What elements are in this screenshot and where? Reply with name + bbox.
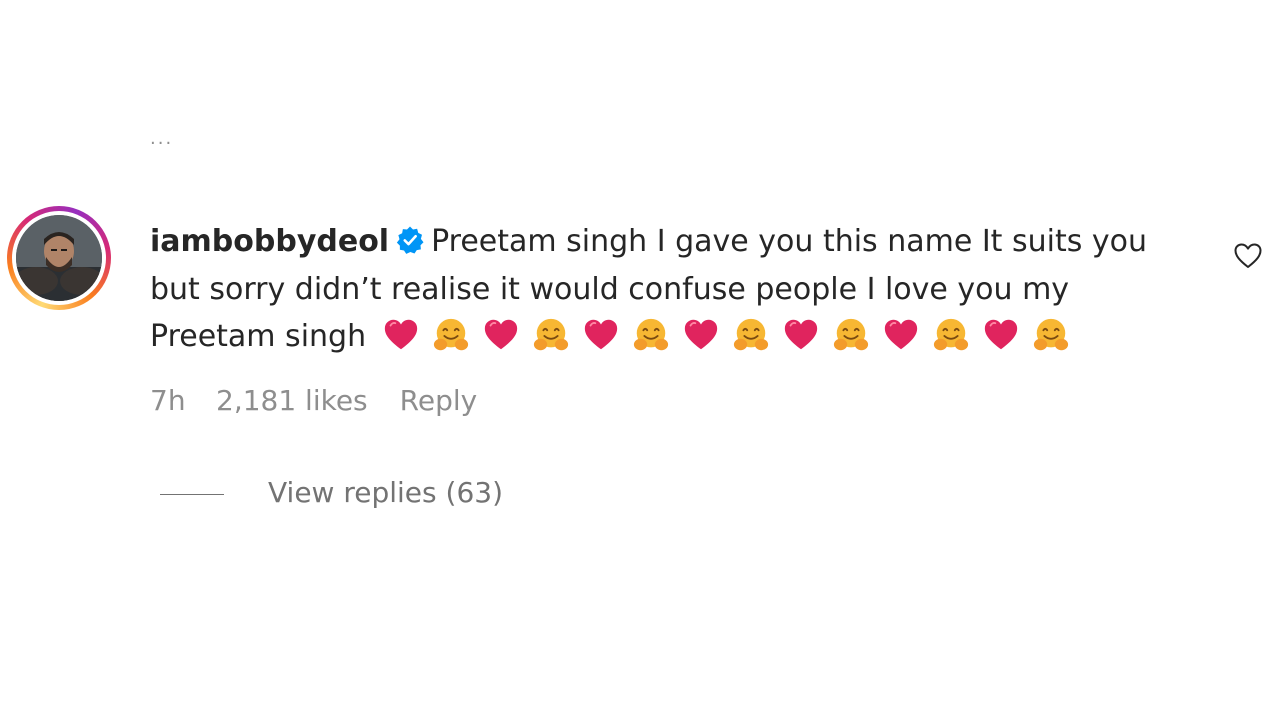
- hugging-face-icon: [1033, 318, 1069, 351]
- hugging-face-icon: [933, 318, 969, 351]
- red-heart-icon: [884, 319, 918, 350]
- more-indicator: ...: [150, 128, 174, 149]
- avatar[interactable]: [7, 206, 111, 310]
- emoji-row: [376, 318, 1076, 354]
- comment-username[interactable]: iambobbydeol: [150, 224, 389, 259]
- comment-meta: 7h 2,181 likes Reply: [150, 384, 477, 417]
- hugging-face-icon: [733, 318, 769, 351]
- red-heart-icon: [384, 319, 418, 350]
- red-heart-icon: [784, 319, 818, 350]
- view-replies[interactable]: View replies (63): [160, 476, 503, 509]
- comment-body: iambobbydeol Preetam singh I gave you th…: [150, 218, 1190, 361]
- avatar-border: [12, 211, 106, 305]
- heart-outline-icon[interactable]: [1232, 240, 1264, 272]
- red-heart-icon: [584, 319, 618, 350]
- avatar-photo: [16, 215, 102, 301]
- red-heart-icon: [684, 319, 718, 350]
- comment-likes[interactable]: 2,181 likes: [216, 384, 368, 417]
- reply-button[interactable]: Reply: [400, 384, 478, 417]
- hugging-face-icon: [633, 318, 669, 351]
- red-heart-icon: [984, 319, 1018, 350]
- verified-badge-icon: [396, 226, 424, 254]
- comment-screen: ... iambobbydeol Preetam singh I gave yo…: [0, 0, 1280, 720]
- replies-divider-line: [160, 494, 224, 495]
- hugging-face-icon: [533, 318, 569, 351]
- comment-time: 7h: [150, 384, 186, 417]
- hugging-face-icon: [433, 318, 469, 351]
- view-replies-button[interactable]: View replies (63): [268, 476, 503, 509]
- red-heart-icon: [484, 319, 518, 350]
- hugging-face-icon: [833, 318, 869, 351]
